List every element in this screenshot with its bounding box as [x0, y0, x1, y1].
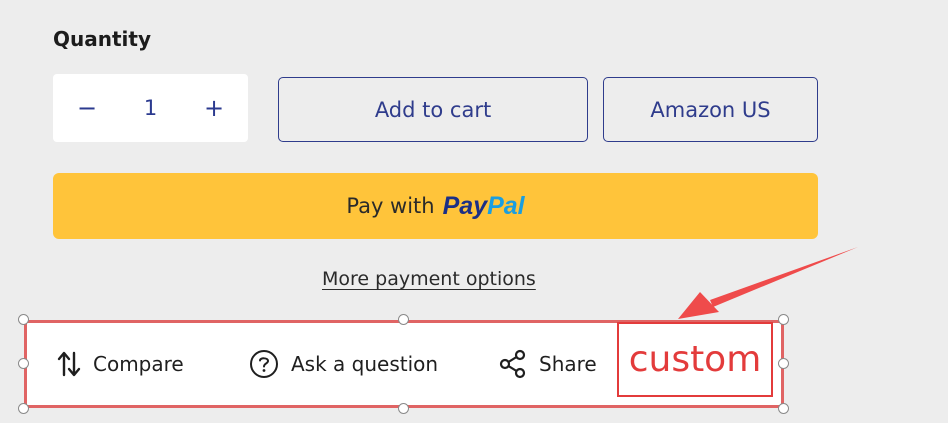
annotation-arrow-icon — [678, 247, 858, 319]
